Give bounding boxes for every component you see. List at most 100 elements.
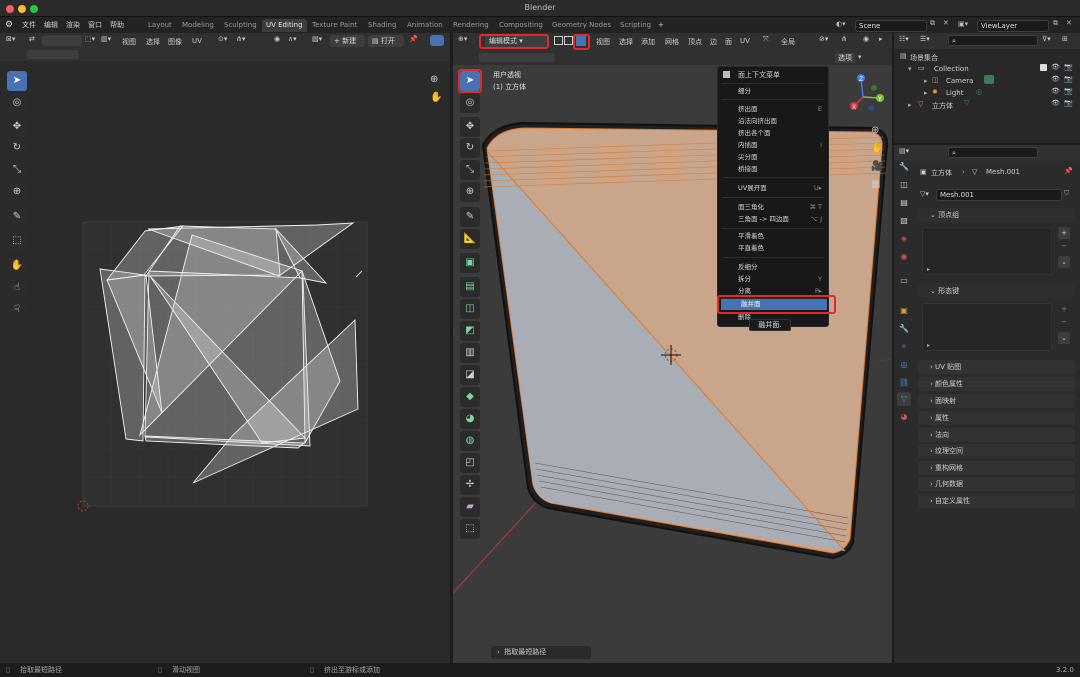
- outliner-item-camera[interactable]: Camera: [946, 77, 973, 85]
- mesh-data-icon[interactable]: ▽▾: [920, 190, 929, 198]
- tab-layout[interactable]: Layout: [144, 19, 176, 32]
- options-button[interactable]: 选项: [835, 53, 855, 63]
- display-mode-icon[interactable]: ☰▾: [920, 35, 930, 43]
- new-viewlayer-icon[interactable]: ⧉: [1053, 19, 1058, 28]
- viewlayer-icon[interactable]: ▣▾: [958, 20, 968, 28]
- menu-item-un-subdivide[interactable]: 反细分: [718, 262, 828, 273]
- pivot-point-icon[interactable]: ⊘▾: [819, 35, 828, 43]
- physics-tab-icon[interactable]: ◎: [897, 358, 911, 372]
- visibility-icon[interactable]: 👁: [1051, 63, 1060, 71]
- bevel-tool-icon[interactable]: ◩: [460, 321, 480, 341]
- menu-item-shade-flat[interactable]: 平直着色: [718, 243, 828, 254]
- vp-menu-uv[interactable]: UV: [740, 37, 750, 45]
- menu-help[interactable]: 帮助: [106, 17, 128, 33]
- panel-uv-maps[interactable]: › UV 贴图: [918, 360, 1075, 374]
- select-box-mode-icons[interactable]: [479, 53, 555, 62]
- transform-orientation-label[interactable]: 全局: [781, 37, 795, 47]
- collection-checkbox[interactable]: [1040, 64, 1047, 71]
- camera-data-icon[interactable]: [984, 75, 994, 84]
- proportional-edit-icon[interactable]: ◉: [863, 35, 869, 43]
- panel-remesh[interactable]: › 重构网格: [918, 461, 1075, 475]
- transform-orientation-icon[interactable]: ⤧: [763, 35, 769, 44]
- ortho-toggle-icon[interactable]: ▦: [871, 179, 880, 190]
- scene-icon[interactable]: ◐▾: [836, 20, 846, 28]
- menu-render[interactable]: 渲染: [62, 17, 84, 33]
- outliner-item-cube[interactable]: 立方体: [932, 101, 953, 111]
- uv-canvas[interactable]: [0, 33, 450, 663]
- render-tab-icon[interactable]: ◫: [897, 178, 911, 192]
- remove-viewlayer-icon[interactable]: ✕: [1066, 19, 1072, 27]
- shape-keys-panel[interactable]: ⌄ 形态键: [918, 284, 1075, 298]
- vp-measure-tool-icon[interactable]: 📐: [460, 229, 480, 249]
- vp-scale-tool-icon[interactable]: ⤡: [460, 160, 480, 180]
- shrink-fatten-tool-icon[interactable]: ✢: [460, 475, 480, 495]
- tab-animation[interactable]: Animation: [403, 19, 447, 32]
- vp-move-tool-icon[interactable]: ✥: [460, 117, 480, 137]
- light-visibility-icon[interactable]: 👁: [1051, 87, 1060, 95]
- options-chevron-icon[interactable]: ▾: [858, 53, 862, 61]
- new-collection-icon[interactable]: ⊞: [1062, 35, 1068, 43]
- navigation-gizmo[interactable]: Z Y X: [846, 73, 892, 123]
- panel-custom-properties[interactable]: › 自定义属性: [918, 494, 1075, 508]
- tab-texture-paint[interactable]: Texture Paint: [308, 19, 361, 32]
- smooth-tool-icon[interactable]: ◍: [460, 431, 480, 451]
- breadcrumb-mesh[interactable]: Mesh.001: [986, 168, 1020, 176]
- add-shape-key-button[interactable]: +: [1058, 303, 1070, 315]
- breadcrumb-object[interactable]: 立方体: [931, 168, 952, 178]
- last-operator-panel[interactable]: › 指取最短路径: [491, 646, 591, 659]
- viewlayer-field[interactable]: ViewLayer: [977, 20, 1049, 32]
- cube-expand-icon[interactable]: ▸: [908, 101, 912, 109]
- render-icon[interactable]: 📷: [1064, 63, 1073, 71]
- menu-item-triangulate[interactable]: 面三角化 ⌘ T: [718, 202, 828, 213]
- particles-tab-icon[interactable]: ✧: [897, 340, 911, 354]
- vp-rotate-tool-icon[interactable]: ↻: [460, 138, 480, 158]
- add-cube-tool-icon[interactable]: ▣: [460, 253, 480, 273]
- add-vertex-group-button[interactable]: +: [1058, 227, 1070, 239]
- vertex-groups-panel[interactable]: ⌄ 顶点组: [918, 208, 1075, 222]
- vp-menu-add[interactable]: 添加: [641, 37, 655, 47]
- output-tab-icon[interactable]: ▤: [897, 196, 911, 210]
- shape-key-specials-icon[interactable]: ⌄: [1058, 332, 1070, 344]
- extrude-tool-icon[interactable]: ▤: [460, 277, 480, 297]
- menu-item-uv-unwrap[interactable]: UV展开面 U▸: [718, 183, 828, 194]
- panel-color-attributes[interactable]: › 颜色属性: [918, 377, 1075, 391]
- poly-build-tool-icon[interactable]: ◆: [460, 387, 480, 407]
- vertex-select-icon[interactable]: [554, 36, 563, 45]
- remove-scene-icon[interactable]: ✕: [943, 19, 949, 27]
- tab-sculpting[interactable]: Sculpting: [220, 19, 261, 32]
- camera-visibility-icon[interactable]: 👁: [1051, 75, 1060, 83]
- tab-compositing[interactable]: Compositing: [495, 19, 547, 32]
- cube-render-icon[interactable]: 📷: [1064, 99, 1073, 107]
- vp-cursor-tool-icon[interactable]: ◎: [460, 93, 480, 113]
- tab-scripting[interactable]: Scripting: [616, 19, 655, 32]
- menu-item-tris-to-quads[interactable]: 三角面 -> 四边面 ⌥ J: [718, 214, 828, 225]
- menu-item-subdivide[interactable]: 细分: [718, 86, 828, 97]
- menu-item-shade-smooth[interactable]: 平滑着色: [718, 231, 828, 242]
- tab-shading[interactable]: Shading: [364, 19, 400, 32]
- light-data-icon[interactable]: ◎: [976, 88, 982, 96]
- add-workspace-button[interactable]: +: [654, 19, 668, 32]
- scene-collection-label[interactable]: 场景集合: [910, 53, 938, 63]
- object-tab-icon[interactable]: ▣: [897, 304, 911, 318]
- menu-file[interactable]: 文件: [18, 17, 40, 33]
- tab-geometry-nodes[interactable]: Geometry Nodes: [548, 19, 615, 32]
- tab-uv-editing[interactable]: UV Editing: [262, 19, 307, 32]
- view-layer-tab-icon[interactable]: ▧: [897, 214, 911, 228]
- snap-toggle-icon[interactable]: ⋔: [841, 35, 847, 43]
- panel-geometry-data[interactable]: › 几何数据: [918, 477, 1075, 491]
- header-expand-icon[interactable]: ▸: [879, 35, 883, 43]
- vertex-groups-list[interactable]: [922, 227, 1052, 275]
- vp-menu-select[interactable]: 选择: [619, 37, 633, 47]
- properties-type-icon[interactable]: ▤▾: [899, 147, 909, 155]
- scene-field[interactable]: Scene: [855, 20, 927, 32]
- outliner-type-icon[interactable]: ☷▾: [899, 35, 909, 43]
- outliner[interactable]: ☷▾ ☰▾ ⌕ ⊽▾ ⊞ ▤ 场景集合 ▾ ▭ Collection 👁 📷 ▸…: [894, 33, 1080, 143]
- cube-visibility-icon[interactable]: 👁: [1051, 99, 1060, 107]
- fake-user-icon[interactable]: ⛉: [1064, 189, 1069, 198]
- modifier-tab-icon[interactable]: 🔧: [897, 322, 911, 336]
- vp-transform-tool-icon[interactable]: ⊕: [460, 182, 480, 202]
- outliner-search-input[interactable]: ⌕: [948, 35, 1038, 46]
- tab-rendering[interactable]: Rendering: [449, 19, 493, 32]
- menu-item-extrude-along-normals[interactable]: 沿法向挤出面: [718, 116, 828, 127]
- shape-keys-list[interactable]: [922, 303, 1052, 351]
